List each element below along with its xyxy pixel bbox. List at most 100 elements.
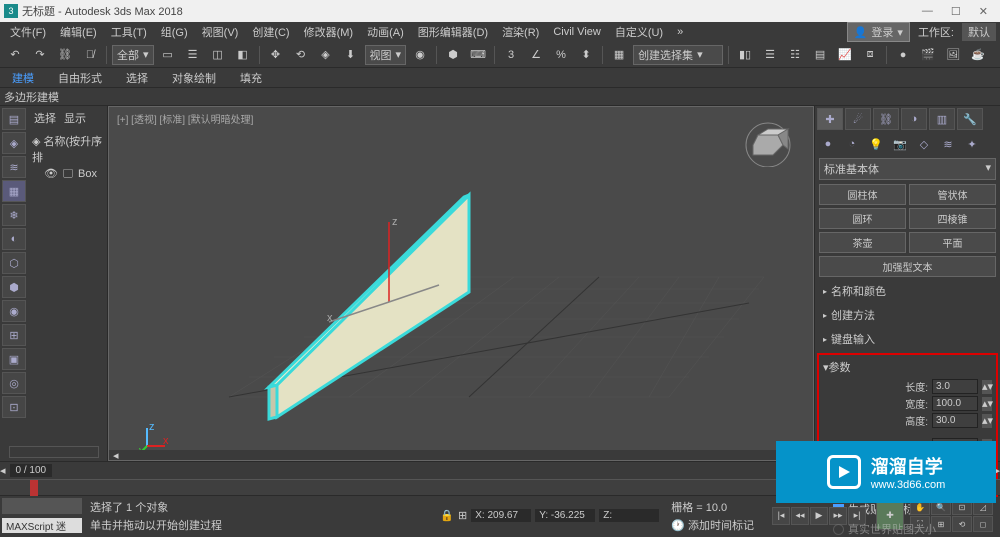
menu-tools[interactable]: 工具(T) [105,22,153,42]
tab-objectpaint[interactable]: 对象绘制 [168,68,220,88]
align-button[interactable]: ☰ [759,44,781,66]
menu-animation[interactable]: 动画(A) [361,22,410,42]
spinner-snap-button[interactable]: ⬍ [575,44,597,66]
display-tab[interactable]: ▥ [929,108,955,130]
geometry-icon[interactable]: ● [817,134,839,154]
menu-group[interactable]: 组(G) [155,22,194,42]
category-combo[interactable]: 标准基本体 ▾ [819,158,996,180]
angle-snap-button[interactable]: ∠ [525,44,547,66]
curve-editor-button[interactable]: 📈 [834,44,856,66]
viewport-canvas[interactable]: x z [109,107,809,447]
coord-z[interactable]: Z: [599,509,659,522]
keymode-button[interactable]: ⌨ [467,44,489,66]
named-sel-button[interactable]: ▦ [608,44,630,66]
display-icon[interactable]: ▦ [2,180,26,202]
time-marker[interactable] [30,480,38,496]
refcoord-combo[interactable]: 视图▾ [365,45,407,65]
schematic-button[interactable]: ⧈ [859,44,881,66]
menu-more[interactable]: » [671,24,689,40]
systems-icon[interactable]: ✦ [961,134,983,154]
btn-tube[interactable]: 管状体 [909,184,996,205]
rollout-name-color[interactable]: ▸名称和颜色 [819,281,996,301]
play-button[interactable]: ▶ [810,507,828,525]
menu-edit[interactable]: 编辑(E) [54,22,103,42]
btn-pyramid[interactable]: 四棱锥 [909,208,996,229]
spinner-arrows[interactable]: ▴▾ [982,397,992,411]
rollout-create-method[interactable]: ▸创建方法 [819,305,996,325]
menu-create[interactable]: 创建(C) [246,22,295,42]
prev-frame-button[interactable]: ◂◂ [791,507,809,525]
placement-button[interactable]: ⬇ [340,44,362,66]
helpers-icon[interactable]: ◇ [913,134,935,154]
height-spinner[interactable]: 30.0 [932,413,978,428]
shapes-icon[interactable]: ◔ [841,134,863,154]
length-spinner[interactable]: 3.0 [932,379,978,394]
login-button[interactable]: 👤 登录 ▾ [847,22,910,42]
tool-icon-2[interactable]: ⬡ [2,252,26,274]
freeze-icon[interactable]: ❄ [2,204,26,226]
btn-teapot[interactable]: 茶壶 [819,232,906,253]
viewcube[interactable] [743,117,793,167]
tool-icon-7[interactable]: ◎ [2,372,26,394]
sort-header[interactable]: ◈ 名称(按升序排 [32,132,103,166]
btn-torus[interactable]: 圆环 [819,208,906,229]
rotate-button[interactable]: ⟲ [290,44,312,66]
menu-civil[interactable]: Civil View [547,24,606,40]
pivot-button[interactable]: ◉ [409,44,431,66]
undo-button[interactable]: ↶ [4,44,26,66]
menu-render[interactable]: 渲染(R) [496,22,545,42]
tool-icon-3[interactable]: ⬢ [2,276,26,298]
viewport[interactable]: [+] [透视] [标准] [默认明暗处理] [108,106,814,461]
select-name-button[interactable]: ☰ [182,44,204,66]
redo-button[interactable]: ↷ [29,44,51,66]
tab-populate[interactable]: 填充 [236,68,266,88]
select-button[interactable]: ▭ [157,44,179,66]
rollout-params-header[interactable]: ▾参数 [823,357,992,377]
add-time-tag[interactable]: 🕐 添加时间标记 [671,517,754,533]
scale-button[interactable]: ◈ [315,44,337,66]
tab-display[interactable]: 显示 [64,110,86,126]
tab-select[interactable]: 选择 [34,110,56,126]
render-frame-button[interactable]: 🖼 [942,44,964,66]
menu-custom[interactable]: 自定义(U) [609,22,669,42]
maximize-icon[interactable]: ☐ [951,5,961,18]
tool-icon-1[interactable]: ◐ [2,228,26,250]
unlink-button[interactable]: ⛓̸ [79,44,101,66]
tool-icon-6[interactable]: ▣ [2,348,26,370]
mirror-button[interactable]: ▮▯ [734,44,756,66]
tab-selection[interactable]: 选择 [122,68,152,88]
layer-explorer-icon[interactable]: ◈ [2,132,26,154]
timeline-left-icon[interactable]: ◂ [0,464,6,477]
tab-freeform[interactable]: 自由形式 [54,68,106,88]
spacewarps-icon[interactable]: ≋ [937,134,959,154]
menu-view[interactable]: 视图(V) [196,22,245,42]
snap-button[interactable]: 3 [500,44,522,66]
tree-node-box[interactable]: 👁 ◻ Box [32,166,103,181]
coord-x[interactable]: X: 209.67 [471,509,531,522]
utilities-tab[interactable]: 🔧 [957,108,983,130]
create-tab[interactable]: ✚ [817,108,843,130]
btn-textplus[interactable]: 加强型文本 [819,256,996,277]
lock-icon[interactable]: 🔒 [440,509,454,522]
workspace-combo[interactable]: 默认 [962,23,996,41]
absolute-icon[interactable]: ⊞ [458,509,467,522]
real-world-check[interactable]: 真实世界贴图大小 [833,521,1000,537]
link-button[interactable]: ⛓ [54,44,76,66]
menu-graph[interactable]: 图形编辑器(D) [412,22,494,42]
hierarchy-tab[interactable]: ⛓ [873,108,899,130]
filter-combo[interactable]: 全部▾ [112,45,154,65]
width-spinner[interactable]: 100.0 [932,396,978,411]
rect-select-button[interactable]: ◫ [207,44,229,66]
btn-plane[interactable]: 平面 [909,232,996,253]
tool-icon-5[interactable]: ⊞ [2,324,26,346]
rollout-keyboard[interactable]: ▸键盘输入 [819,329,996,349]
menu-file[interactable]: 文件(F) [4,22,52,42]
close-icon[interactable]: ✕ [979,5,988,18]
manip-button[interactable]: ⬢ [442,44,464,66]
frame-indicator[interactable]: 0 / 100 [10,464,53,477]
percent-snap-button[interactable]: % [550,44,572,66]
motion-tab[interactable]: ◑ [901,108,927,130]
render-setup-button[interactable]: 🎬 [917,44,939,66]
viewport-scrollbar[interactable]: ◂ ▸ [109,450,813,460]
lights-icon[interactable]: 💡 [865,134,887,154]
